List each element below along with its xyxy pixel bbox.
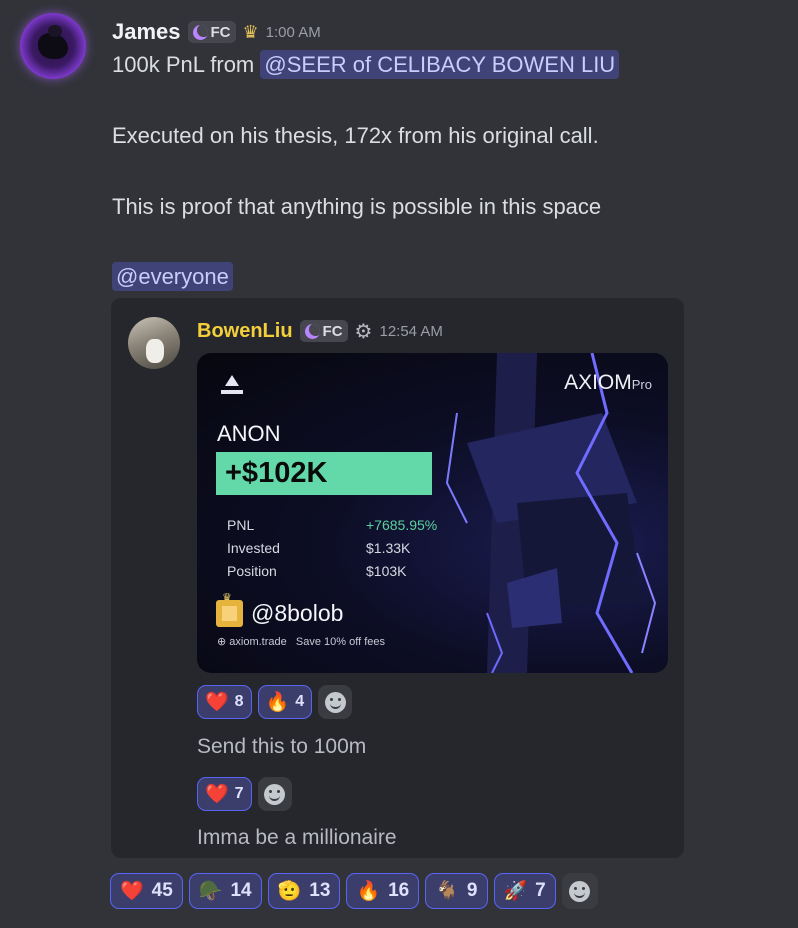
message-line-3: This is proof that anything is possible … <box>112 194 602 219</box>
forwarded-message-embed[interactable]: BowenLiu FC ⚙ 12:54 AM AXIOMPro ANON +$1… <box>111 298 684 858</box>
reaction-helmet[interactable]: 🪖 14 <box>188 873 262 909</box>
message-reactions: ❤️ 45 🪖 14 🫡 13 🔥 16 🐐 9 🚀 7 <box>110 873 598 909</box>
brand-label: AXIOMPro <box>564 371 652 394</box>
embed-reactions-1: ❤️ 8 🔥 4 <box>197 685 353 719</box>
reaction-fire[interactable]: 🔥 4 <box>257 685 313 719</box>
pnl-card-image[interactable]: AXIOMPro ANON +$102K PNL +7685.95% Invest… <box>197 353 668 673</box>
smile-icon <box>569 880 591 902</box>
embed-avatar[interactable] <box>128 317 180 369</box>
embed-guild-tag[interactable]: FC <box>299 320 348 342</box>
message-line-2: Executed on his thesis, 172x from his or… <box>112 123 599 148</box>
stat-row: PNL +7685.95% <box>227 517 438 533</box>
axiom-logo-icon <box>221 375 243 394</box>
crown-icon: ♛ <box>242 21 259 42</box>
reaction-salute[interactable]: 🫡 13 <box>267 873 341 909</box>
add-reaction-button[interactable] <box>561 873 598 909</box>
everyone-mention[interactable]: @everyone <box>112 262 233 291</box>
stats-table: PNL +7685.95% Invested $1.33K Position $103… <box>227 517 437 586</box>
message-line-1: 100k PnL from @SEER of CELIBACY BOWEN LI… <box>112 50 620 79</box>
username[interactable]: James <box>112 19 181 45</box>
embed-timestamp: 12:54 AM <box>379 322 443 340</box>
gear-icon: ⚙ <box>354 320 373 343</box>
card-handle: @8bolob <box>251 600 344 626</box>
reaction-heart[interactable]: ❤️ 7 <box>197 777 252 811</box>
smile-icon <box>324 691 346 713</box>
reaction-fire[interactable]: 🔥 16 <box>346 873 420 909</box>
message-line-4: @everyone <box>112 262 233 291</box>
smile-icon <box>264 783 286 805</box>
message-header: James FC ♛ 1:00 AM <box>112 17 321 47</box>
reaction-goat[interactable]: 🐐 9 <box>425 873 488 909</box>
user-mention[interactable]: @SEER of CELIBACY BOWEN LIU <box>260 50 620 79</box>
guild-tag[interactable]: FC <box>187 21 236 43</box>
reaction-heart[interactable]: ❤️ 8 <box>197 685 252 719</box>
timestamp: 1:00 AM <box>265 23 321 41</box>
reaction-heart[interactable]: ❤️ 45 <box>110 873 183 909</box>
moon-icon <box>304 323 320 339</box>
ticker: ANON <box>217 421 281 446</box>
add-reaction-button[interactable] <box>257 777 292 811</box>
stat-row: Invested $1.33K <box>227 540 411 556</box>
coin-icon <box>216 600 243 627</box>
pnl-value: +$102K <box>216 452 432 495</box>
moon-icon <box>192 24 208 40</box>
add-reaction-button[interactable] <box>318 685 353 719</box>
embed-text-1: Send this to 100m <box>197 735 367 758</box>
card-footer: ⊕ axiom.trade Save 10% off fees <box>217 636 386 648</box>
embed-header: BowenLiu FC ⚙ 12:54 AM <box>197 318 443 344</box>
embed-username[interactable]: BowenLiu <box>197 320 293 343</box>
embed-text-2: Imma be a millionaire <box>197 826 397 849</box>
reaction-rocket[interactable]: 🚀 7 <box>493 873 556 909</box>
embed-reactions-2: ❤️ 7 <box>197 777 292 811</box>
stat-row: Position $103K <box>227 563 407 579</box>
user-avatar[interactable] <box>20 13 86 79</box>
